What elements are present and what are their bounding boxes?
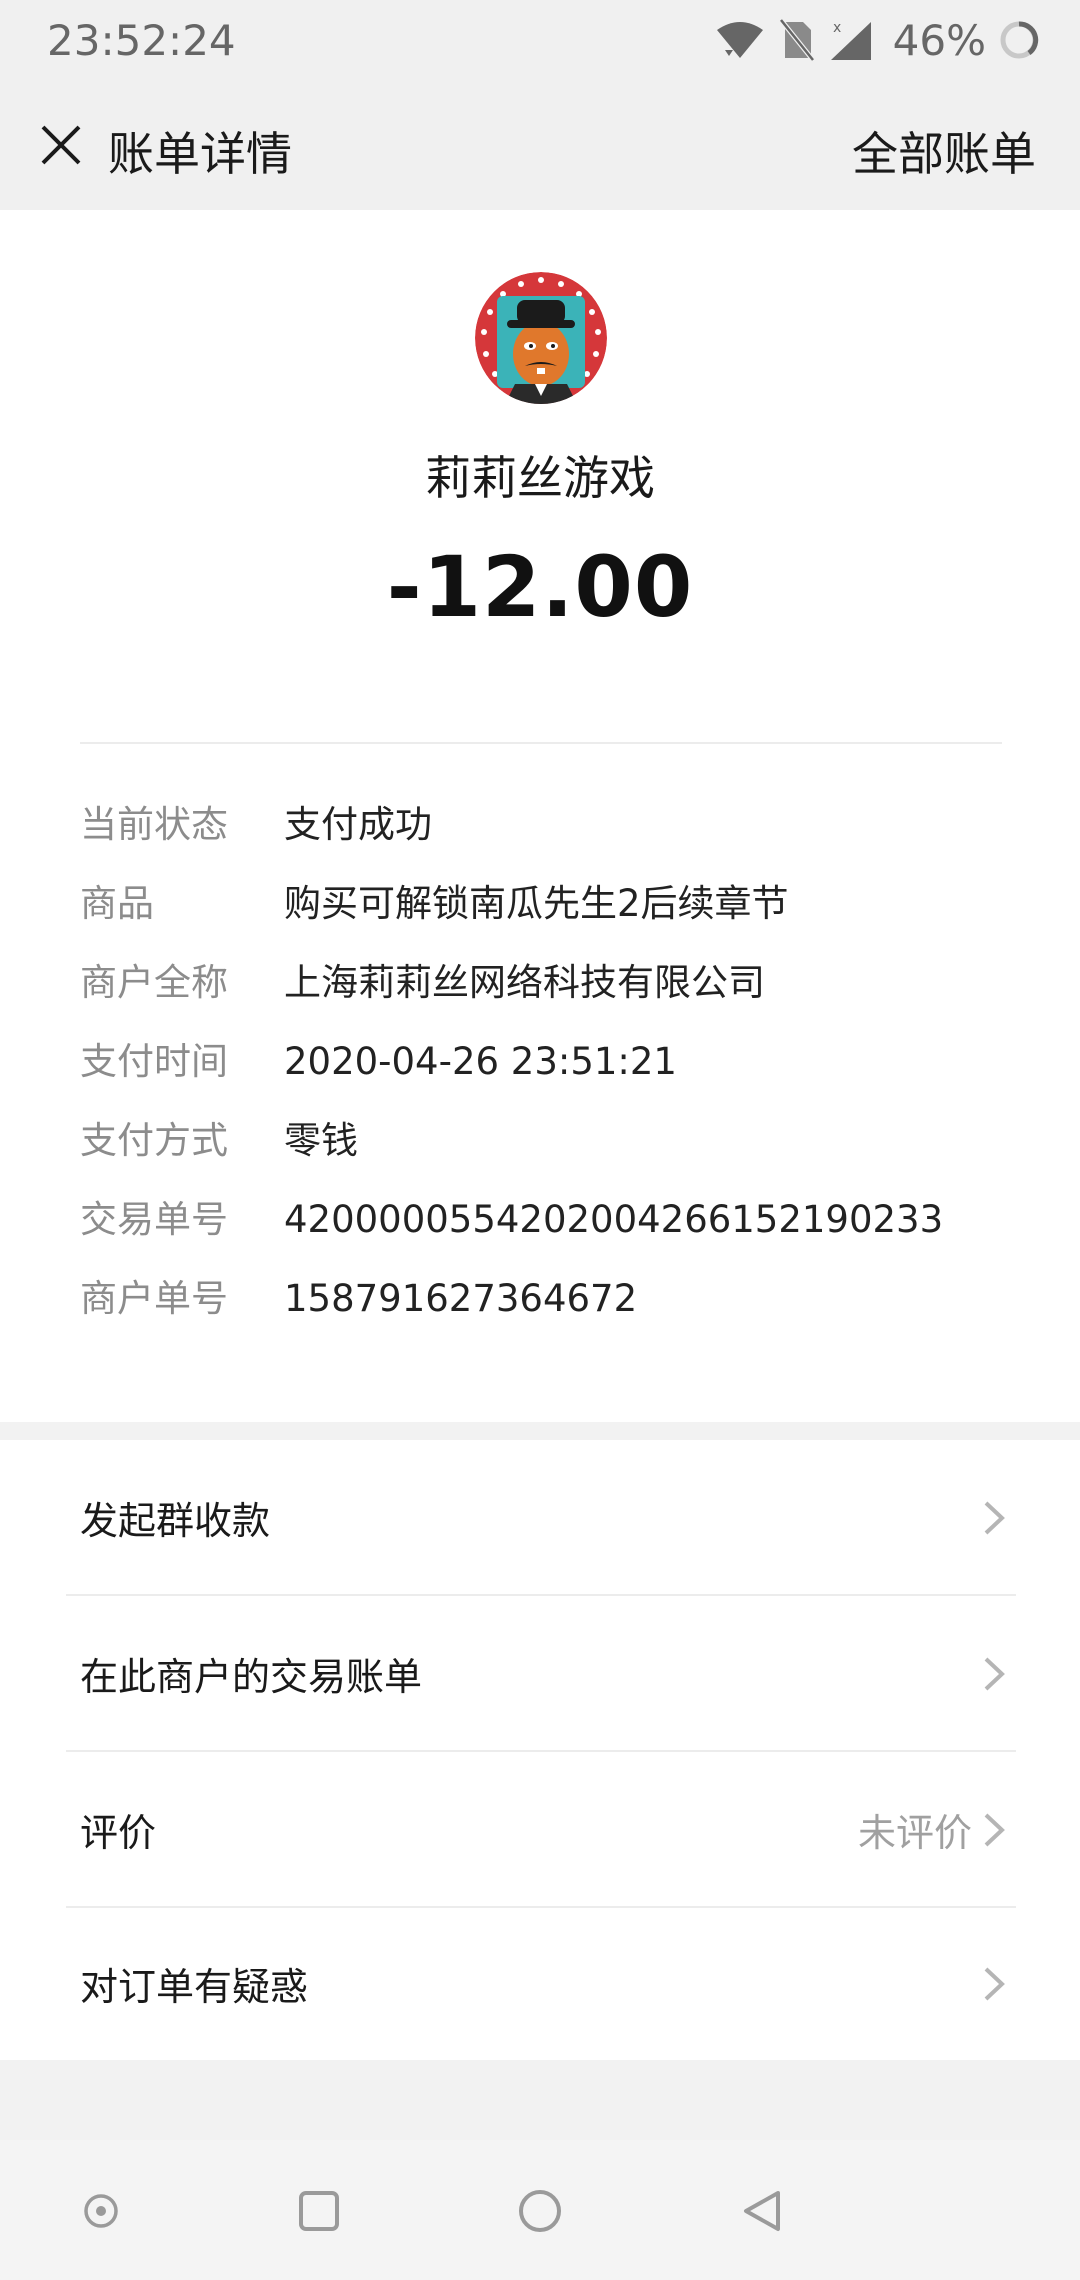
detail-row-time: 支付时间 2020-04-26 23:51:21 xyxy=(80,1037,1040,1116)
signal-icon: x xyxy=(827,18,873,62)
status-time: 23:52:24 xyxy=(47,16,236,65)
action-menu: 发起群收款 在此商户的交易账单 评价 未评价 对订单有疑惑 xyxy=(0,1440,1080,2060)
detail-value: 4200000554202004266152190233 xyxy=(284,1198,944,1241)
menu-item-order-question[interactable]: 对订单有疑惑 xyxy=(0,1906,1080,2061)
detail-label: 支付方式 xyxy=(80,1119,228,1162)
detail-row-method: 支付方式 零钱 xyxy=(80,1116,1040,1195)
status-icons: x 46% xyxy=(715,14,1040,66)
svg-text:x: x xyxy=(833,20,841,36)
wifi-icon xyxy=(715,20,765,60)
home-icon xyxy=(519,2190,561,2232)
system-nav-bar xyxy=(0,2140,1080,2280)
recents-icon xyxy=(299,2191,339,2231)
detail-label: 支付时间 xyxy=(80,1040,228,1083)
detail-label: 商品 xyxy=(80,882,154,925)
detail-value: 158791627364672 xyxy=(284,1277,638,1320)
chevron-right-icon xyxy=(984,1967,1005,2000)
bill-detail-card: 莉莉丝游戏 -12.00 当前状态 支付成功 商品 购买可解锁南瓜先生2后续章节… xyxy=(0,210,1080,1422)
assist-button[interactable] xyxy=(66,2176,136,2246)
close-icon xyxy=(41,125,81,165)
battery-icon xyxy=(998,19,1040,61)
assist-icon xyxy=(84,2194,118,2228)
menu-item-review[interactable]: 评价 未评价 xyxy=(0,1752,1080,1907)
menu-label: 发起群收款 xyxy=(80,1499,271,1543)
menu-item-group-collect[interactable]: 发起群收款 xyxy=(0,1440,1080,1595)
detail-row-product: 商品 购买可解锁南瓜先生2后续章节 xyxy=(80,879,1040,958)
detail-row-merchant-order-id: 商户单号 158791627364672 xyxy=(80,1274,1040,1353)
detail-label: 当前状态 xyxy=(80,803,228,846)
amount: -12.00 xyxy=(386,538,694,636)
close-button[interactable] xyxy=(28,112,94,178)
status-bar: 23:52:24 x 46% xyxy=(0,0,1080,80)
all-bills-link[interactable]: 全部账单 xyxy=(852,118,1036,184)
detail-value: 购买可解锁南瓜先生2后续章节 xyxy=(284,882,789,925)
merchant-avatar xyxy=(475,272,607,404)
detail-value: 上海莉莉丝网络科技有限公司 xyxy=(284,961,765,1004)
detail-value: 零钱 xyxy=(284,1119,358,1162)
battery-percent: 46% xyxy=(892,15,986,65)
detail-label: 商户单号 xyxy=(80,1277,228,1320)
chevron-right-icon xyxy=(984,1657,1005,1690)
back-button[interactable] xyxy=(727,2176,797,2246)
detail-row-status: 当前状态 支付成功 xyxy=(80,800,1040,879)
page-title: 账单详情 xyxy=(108,127,292,181)
detail-value: 2020-04-26 23:51:21 xyxy=(284,1040,677,1083)
menu-label: 评价 xyxy=(80,1811,157,1855)
merchant-name: 莉莉丝游戏 xyxy=(425,451,655,505)
chevron-right-icon xyxy=(984,1813,1005,1846)
menu-item-merchant-bills[interactable]: 在此商户的交易账单 xyxy=(0,1596,1080,1751)
detail-row-transaction-id: 交易单号 4200000554202004266152190233 xyxy=(80,1195,1040,1274)
chevron-right-icon xyxy=(984,1501,1005,1534)
back-icon xyxy=(744,2191,780,2231)
app-header: 账单详情 全部账单 xyxy=(0,80,1080,210)
detail-label: 商户全称 xyxy=(80,961,228,1004)
detail-list: 当前状态 支付成功 商品 购买可解锁南瓜先生2后续章节 商户全称 上海莉莉丝网络… xyxy=(80,800,1040,1353)
menu-label: 对订单有疑惑 xyxy=(80,1965,309,2009)
detail-value: 支付成功 xyxy=(284,803,432,846)
review-status: 未评价 xyxy=(857,1811,972,1855)
home-button[interactable] xyxy=(505,2176,575,2246)
detail-label: 交易单号 xyxy=(80,1198,228,1241)
no-sim-icon xyxy=(778,18,815,62)
detail-row-merchant: 商户全称 上海莉莉丝网络科技有限公司 xyxy=(80,958,1040,1037)
menu-label: 在此商户的交易账单 xyxy=(80,1655,423,1699)
divider xyxy=(80,742,1002,744)
recents-button[interactable] xyxy=(284,2176,354,2246)
